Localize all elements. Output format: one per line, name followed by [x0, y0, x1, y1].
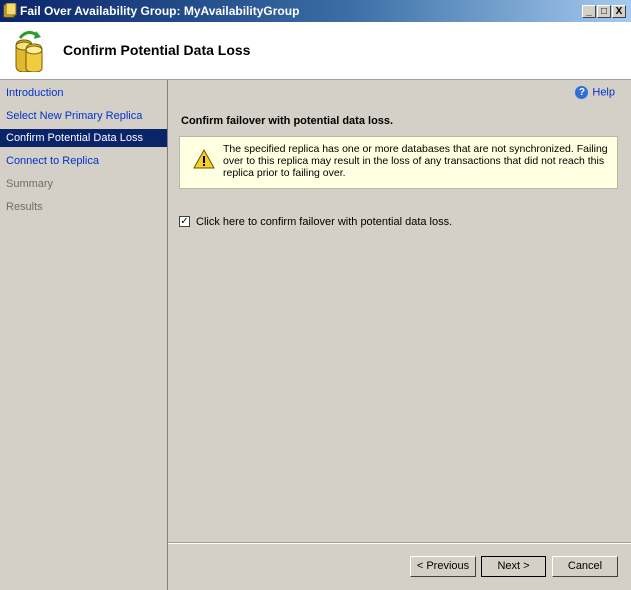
warning-text: The specified replica has one or more da… [223, 143, 608, 179]
sidebar-item-results: Results [6, 201, 43, 213]
maximize-button[interactable]: □ [597, 5, 611, 18]
help-link[interactable]: ? Help [575, 86, 615, 99]
confirm-checkbox-label[interactable]: Click here to confirm failover with pote… [196, 216, 452, 228]
help-icon: ? [575, 86, 589, 99]
database-icon [15, 31, 43, 72]
title-bar[interactable]: Fail Over Availability Group: MyAvailabi… [0, 0, 631, 22]
wizard-content: ? Help Confirm failover with potential da… [168, 80, 631, 590]
button-separator [168, 542, 631, 544]
app-icon [3, 3, 17, 18]
wizard-header: Confirm Potential Data Loss [0, 22, 631, 80]
minimize-button[interactable]: _ [582, 5, 596, 18]
warning-icon [193, 149, 215, 169]
wizard-window: Fail Over Availability Group: MyAvailabi… [0, 0, 631, 590]
window-title: Fail Over Availability Group: MyAvailabi… [20, 4, 300, 18]
cancel-button[interactable]: Cancel [552, 556, 618, 577]
previous-button[interactable]: < Previous [410, 556, 476, 577]
warning-box: The specified replica has one or more da… [179, 136, 618, 189]
close-button[interactable]: X [612, 5, 626, 18]
help-label: Help [592, 86, 615, 99]
wizard-sidebar: Introduction Select New Primary Replica … [0, 80, 168, 590]
page-title: Confirm Potential Data Loss [63, 42, 251, 58]
sidebar-item-confirm-potential-data-loss[interactable]: Confirm Potential Data Loss [0, 129, 167, 147]
sidebar-item-select-new-primary-replica[interactable]: Select New Primary Replica [0, 107, 167, 125]
checkbox[interactable]: ✓ [179, 216, 190, 227]
next-button[interactable]: Next > [481, 556, 546, 577]
sidebar-item-introduction[interactable]: Introduction [0, 84, 167, 102]
sidebar-item-connect-to-replica[interactable]: Connect to Replica [0, 152, 167, 170]
section-heading: Confirm failover with potential data los… [181, 115, 394, 127]
sidebar-item-summary: Summary [6, 178, 54, 190]
